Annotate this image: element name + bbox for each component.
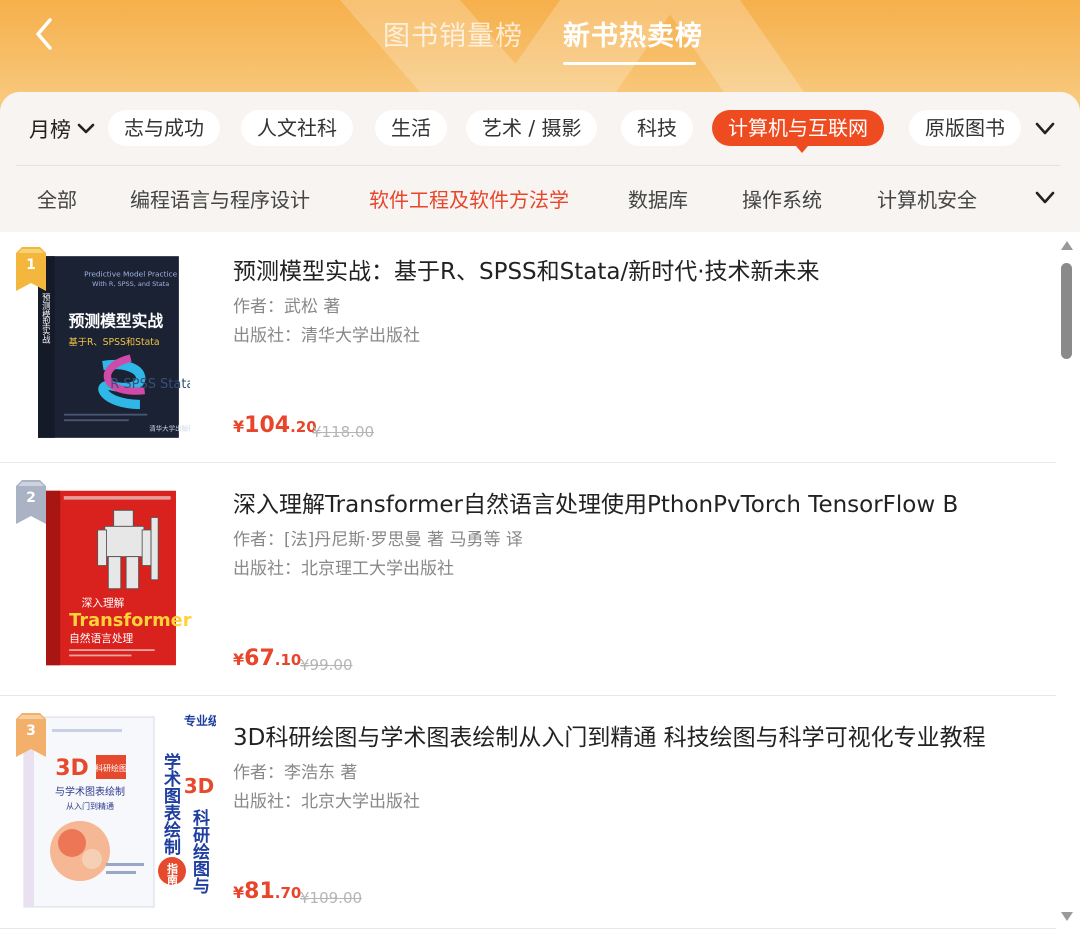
rank-badge-silver: 2 (16, 480, 46, 524)
category-pill[interactable]: 原版图书 (909, 110, 1021, 146)
book-price: ¥104.20 (233, 413, 317, 438)
chevron-down-icon (77, 123, 95, 134)
svg-text:基于R、SPSS和Stata: 基于R、SPSS和Stata (68, 336, 159, 348)
chevron-down-icon (1035, 122, 1055, 135)
price-integer: 104 (244, 413, 291, 438)
period-label: 月榜 (29, 118, 71, 142)
row-divider (0, 462, 1056, 463)
price-integer: 67 (244, 646, 275, 671)
category-pill[interactable]: 志与成功 (108, 110, 220, 146)
book-list-item[interactable]: 深入理解 Transformer 自然语言处理 2 深入理解Transforme… (0, 468, 1056, 701)
svg-text:与学术图表绘制: 与学术图表绘制 (55, 785, 125, 798)
expand-subcategories-button[interactable] (1033, 190, 1057, 206)
subcategory-item[interactable]: 计算机安全 (877, 184, 977, 213)
price-integer: 81 (244, 879, 275, 904)
book-title[interactable]: 3D科研绘图与学术图表绘制从入门到精通 科技绘图与科学可视化专业教程 (233, 718, 986, 752)
category-pill[interactable]: 人文社科 (241, 110, 353, 146)
book-price: ¥67.10 (233, 646, 301, 671)
book-title[interactable]: 预测模型实战：基于R、SPSS和Stata/新时代·技术新未来 (233, 252, 820, 286)
scrollbar-thumb[interactable] (1061, 263, 1072, 359)
svg-text:Transformer: Transformer (69, 610, 192, 631)
subcategory-item[interactable]: 编程语言与程序设计 (130, 184, 310, 213)
price-currency: ¥ (233, 883, 245, 902)
subcategory-item[interactable]: 全部 (37, 184, 77, 213)
rank-badge-bronze: 3 (16, 713, 46, 757)
rank-number: 1 (26, 257, 36, 273)
expand-categories-button[interactable] (1033, 121, 1057, 137)
svg-text:指南: 指南 (166, 862, 179, 886)
book-cover-image: 深入理解 Transformer 自然语言处理 (46, 490, 192, 666)
back-button[interactable] (28, 14, 64, 54)
rank-number: 3 (26, 723, 36, 739)
tab-new-book-hot[interactable]: 新书热卖榜 (563, 14, 703, 53)
row-divider (0, 928, 1056, 929)
rank-badge-gold: 1 (16, 247, 46, 291)
svg-text:预测模型实战: 预测模型实战 (41, 293, 51, 345)
book-publisher: 出版社：北京理工大学出版社 (233, 559, 454, 579)
book-list-item[interactable]: 预测模型实战 Predictive Model Practice With R,… (0, 235, 1056, 468)
svg-text:清华大学出版社: 清华大学出版社 (149, 423, 190, 432)
book-author: 作者：李浩东 著 (233, 763, 358, 783)
rank-number: 2 (26, 490, 36, 506)
svg-text:深入理解: 深入理解 (82, 596, 125, 609)
category-filter-bar: 月榜 志与成功 人文社科 生活 艺术 / 摄影 科技 计算机与互联网 原版图书 … (0, 92, 1080, 232)
scroll-up-arrow-icon[interactable] (1061, 241, 1073, 250)
book-original-price: ¥99.00 (300, 656, 353, 674)
subcategory-item-active[interactable]: 软件工程及软件方法学 (369, 184, 569, 213)
svg-text:科研绘图与: 科研绘图与 (189, 808, 210, 894)
svg-text:科研绘图: 科研绘图 (95, 763, 127, 773)
tab-sales-ranking[interactable]: 图书销量榜 (383, 14, 523, 53)
category-pill[interactable]: 艺术 / 摄影 (466, 110, 598, 146)
book-author: 作者：武松 著 (233, 297, 341, 317)
active-tab-underline (563, 62, 696, 65)
subcategory-item[interactable]: 数据库 (628, 184, 688, 213)
book-title[interactable]: 深入理解Transformer自然语言处理使用PthonPvTorch Tens… (233, 485, 958, 519)
book-author: 作者：[法]丹尼斯·罗思曼 著 马勇等 译 (233, 530, 523, 550)
period-dropdown[interactable]: 月榜 (29, 114, 95, 144)
category-pill-active[interactable]: 计算机与互联网 (712, 110, 884, 146)
book-list-item[interactable]: 3D 科研绘图 与学术图表绘制 从入门到精通 专业级 学术图表绘制 3D 科研绘… (0, 701, 1056, 934)
chevron-left-icon (36, 18, 52, 50)
book-cover-image: 3D 科研绘图 与学术图表绘制 从入门到精通 专业级 学术图表绘制 3D 科研绘… (23, 713, 216, 908)
svg-text:3D: 3D (184, 774, 215, 798)
svg-text:从入门到精通: 从入门到精通 (66, 801, 114, 811)
scroll-down-arrow-icon[interactable] (1061, 912, 1073, 921)
book-cover-image: 预测模型实战 Predictive Model Practice With R,… (38, 256, 190, 438)
price-currency: ¥ (233, 417, 245, 436)
book-original-price: ¥118.00 (312, 423, 375, 441)
subcategory-item[interactable]: 操作系统 (742, 184, 822, 213)
svg-text:R SPSS Stata: R SPSS Stata (110, 377, 190, 392)
row-divider (0, 695, 1056, 696)
active-pill-pointer (796, 146, 808, 153)
svg-text:Predictive Model Practice: Predictive Model Practice (84, 270, 177, 279)
svg-text:专业级: 专业级 (184, 713, 216, 728)
svg-text:预测模型实战: 预测模型实战 (69, 312, 164, 331)
category-pill[interactable]: 生活 (375, 110, 447, 146)
book-publisher: 出版社：北京大学出版社 (233, 792, 420, 812)
chevron-down-icon (1035, 191, 1055, 204)
price-decimal: .70 (274, 884, 302, 902)
book-price: ¥81.70 (233, 879, 301, 904)
svg-text:学术图表绘制: 学术图表绘制 (160, 752, 181, 856)
svg-text:With R, SPSS, and Stata: With R, SPSS, and Stata (92, 280, 169, 288)
svg-text:3D: 3D (55, 756, 89, 781)
svg-text:自然语言处理: 自然语言处理 (69, 632, 133, 645)
filter-divider (16, 165, 1060, 166)
price-decimal: .10 (274, 651, 302, 669)
price-currency: ¥ (233, 650, 245, 669)
book-original-price: ¥109.00 (300, 889, 363, 907)
book-publisher: 出版社：清华大学出版社 (233, 326, 420, 346)
category-pill[interactable]: 科技 (621, 110, 693, 146)
